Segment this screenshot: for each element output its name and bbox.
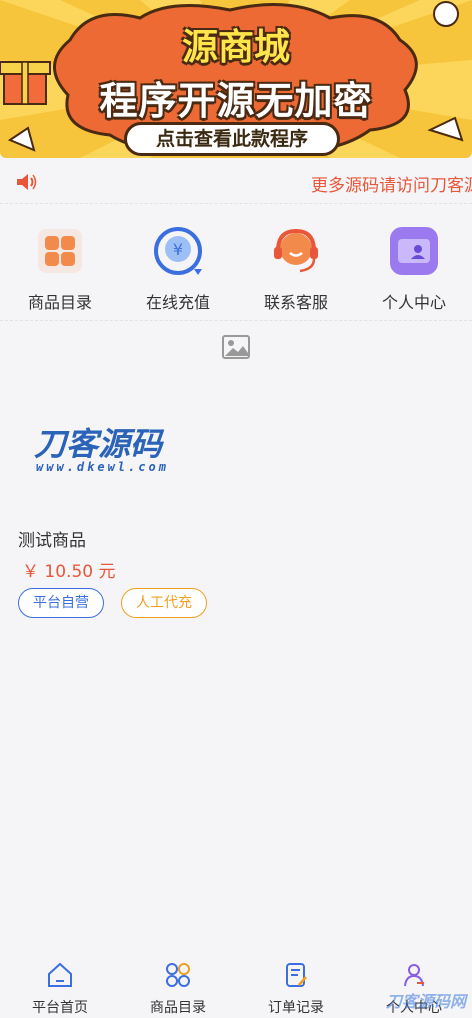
recharge-yen-icon: ¥ (154, 227, 202, 275)
site-watermark: 刀客源码网 (385, 992, 466, 1011)
nav-item-label: 个人中心 (381, 293, 446, 312)
quick-nav: 商品目录 ¥ 在线充值 联系客服 个人中心 (0, 205, 472, 321)
tab-orders[interactable]: 订单记录 (237, 961, 355, 1017)
product-name: 测试商品 (18, 531, 86, 551)
tab-label: 商品目录 (150, 1000, 206, 1016)
tab-home[interactable]: 平台首页 (1, 961, 119, 1017)
tab-label: 订单记录 (268, 1000, 324, 1016)
promo-banner[interactable]: 源商城 程序开源无加密 点击查看此款程序 (0, 0, 472, 158)
headset-service-icon (274, 228, 318, 273)
banner-title: 源商城 (181, 27, 290, 68)
image-placeholder-icon (222, 335, 250, 359)
nav-item-label: 联系客服 (263, 293, 328, 312)
tab-label: 平台首页 (32, 1000, 88, 1016)
order-icon (286, 963, 307, 987)
notice-bar: 更多源码请访问刀客源码网 (0, 160, 472, 204)
bottom-tab-bar: 平台首页 商品目录 订单记录 个人中心 刀客源码网 (0, 955, 472, 1018)
user-icon (404, 964, 424, 987)
svg-text:刀客源码: 刀客源码 (34, 425, 165, 463)
catalog-grid-icon (38, 229, 82, 273)
banner-view-button[interactable]: 点击查看此款程序 (124, 122, 340, 156)
tab-catalog[interactable]: 商品目录 (119, 961, 237, 1017)
product-price: ￥ 10.50 元 (22, 562, 116, 582)
notice-text: 更多源码请访问刀客源码网 (311, 176, 472, 196)
tag-manual-recharge: 人工代充 (121, 588, 207, 618)
grid-icon (166, 963, 190, 987)
svg-text:www.dkewl.com: www.dkewl.com (36, 460, 169, 474)
nav-item-catalog[interactable]: 商品目录 (1, 225, 119, 313)
svg-text:¥: ¥ (173, 240, 183, 259)
banner-subtitle: 程序开源无加密 (99, 79, 373, 123)
nav-item-service[interactable]: 联系客服 (237, 225, 355, 313)
nav-item-label: 在线充值 (145, 293, 210, 312)
user-folder-icon (390, 227, 438, 275)
product-image-logo: 刀客源码 www.dkewl.com (34, 425, 169, 474)
tag-self-operated: 平台自营 (18, 588, 104, 618)
nav-item-recharge[interactable]: ¥ 在线充值 (119, 225, 237, 313)
speaker-icon (17, 174, 37, 190)
nav-item-label: 商品目录 (27, 293, 92, 312)
home-icon (48, 962, 72, 987)
nav-item-profile[interactable]: 个人中心 (355, 225, 472, 313)
